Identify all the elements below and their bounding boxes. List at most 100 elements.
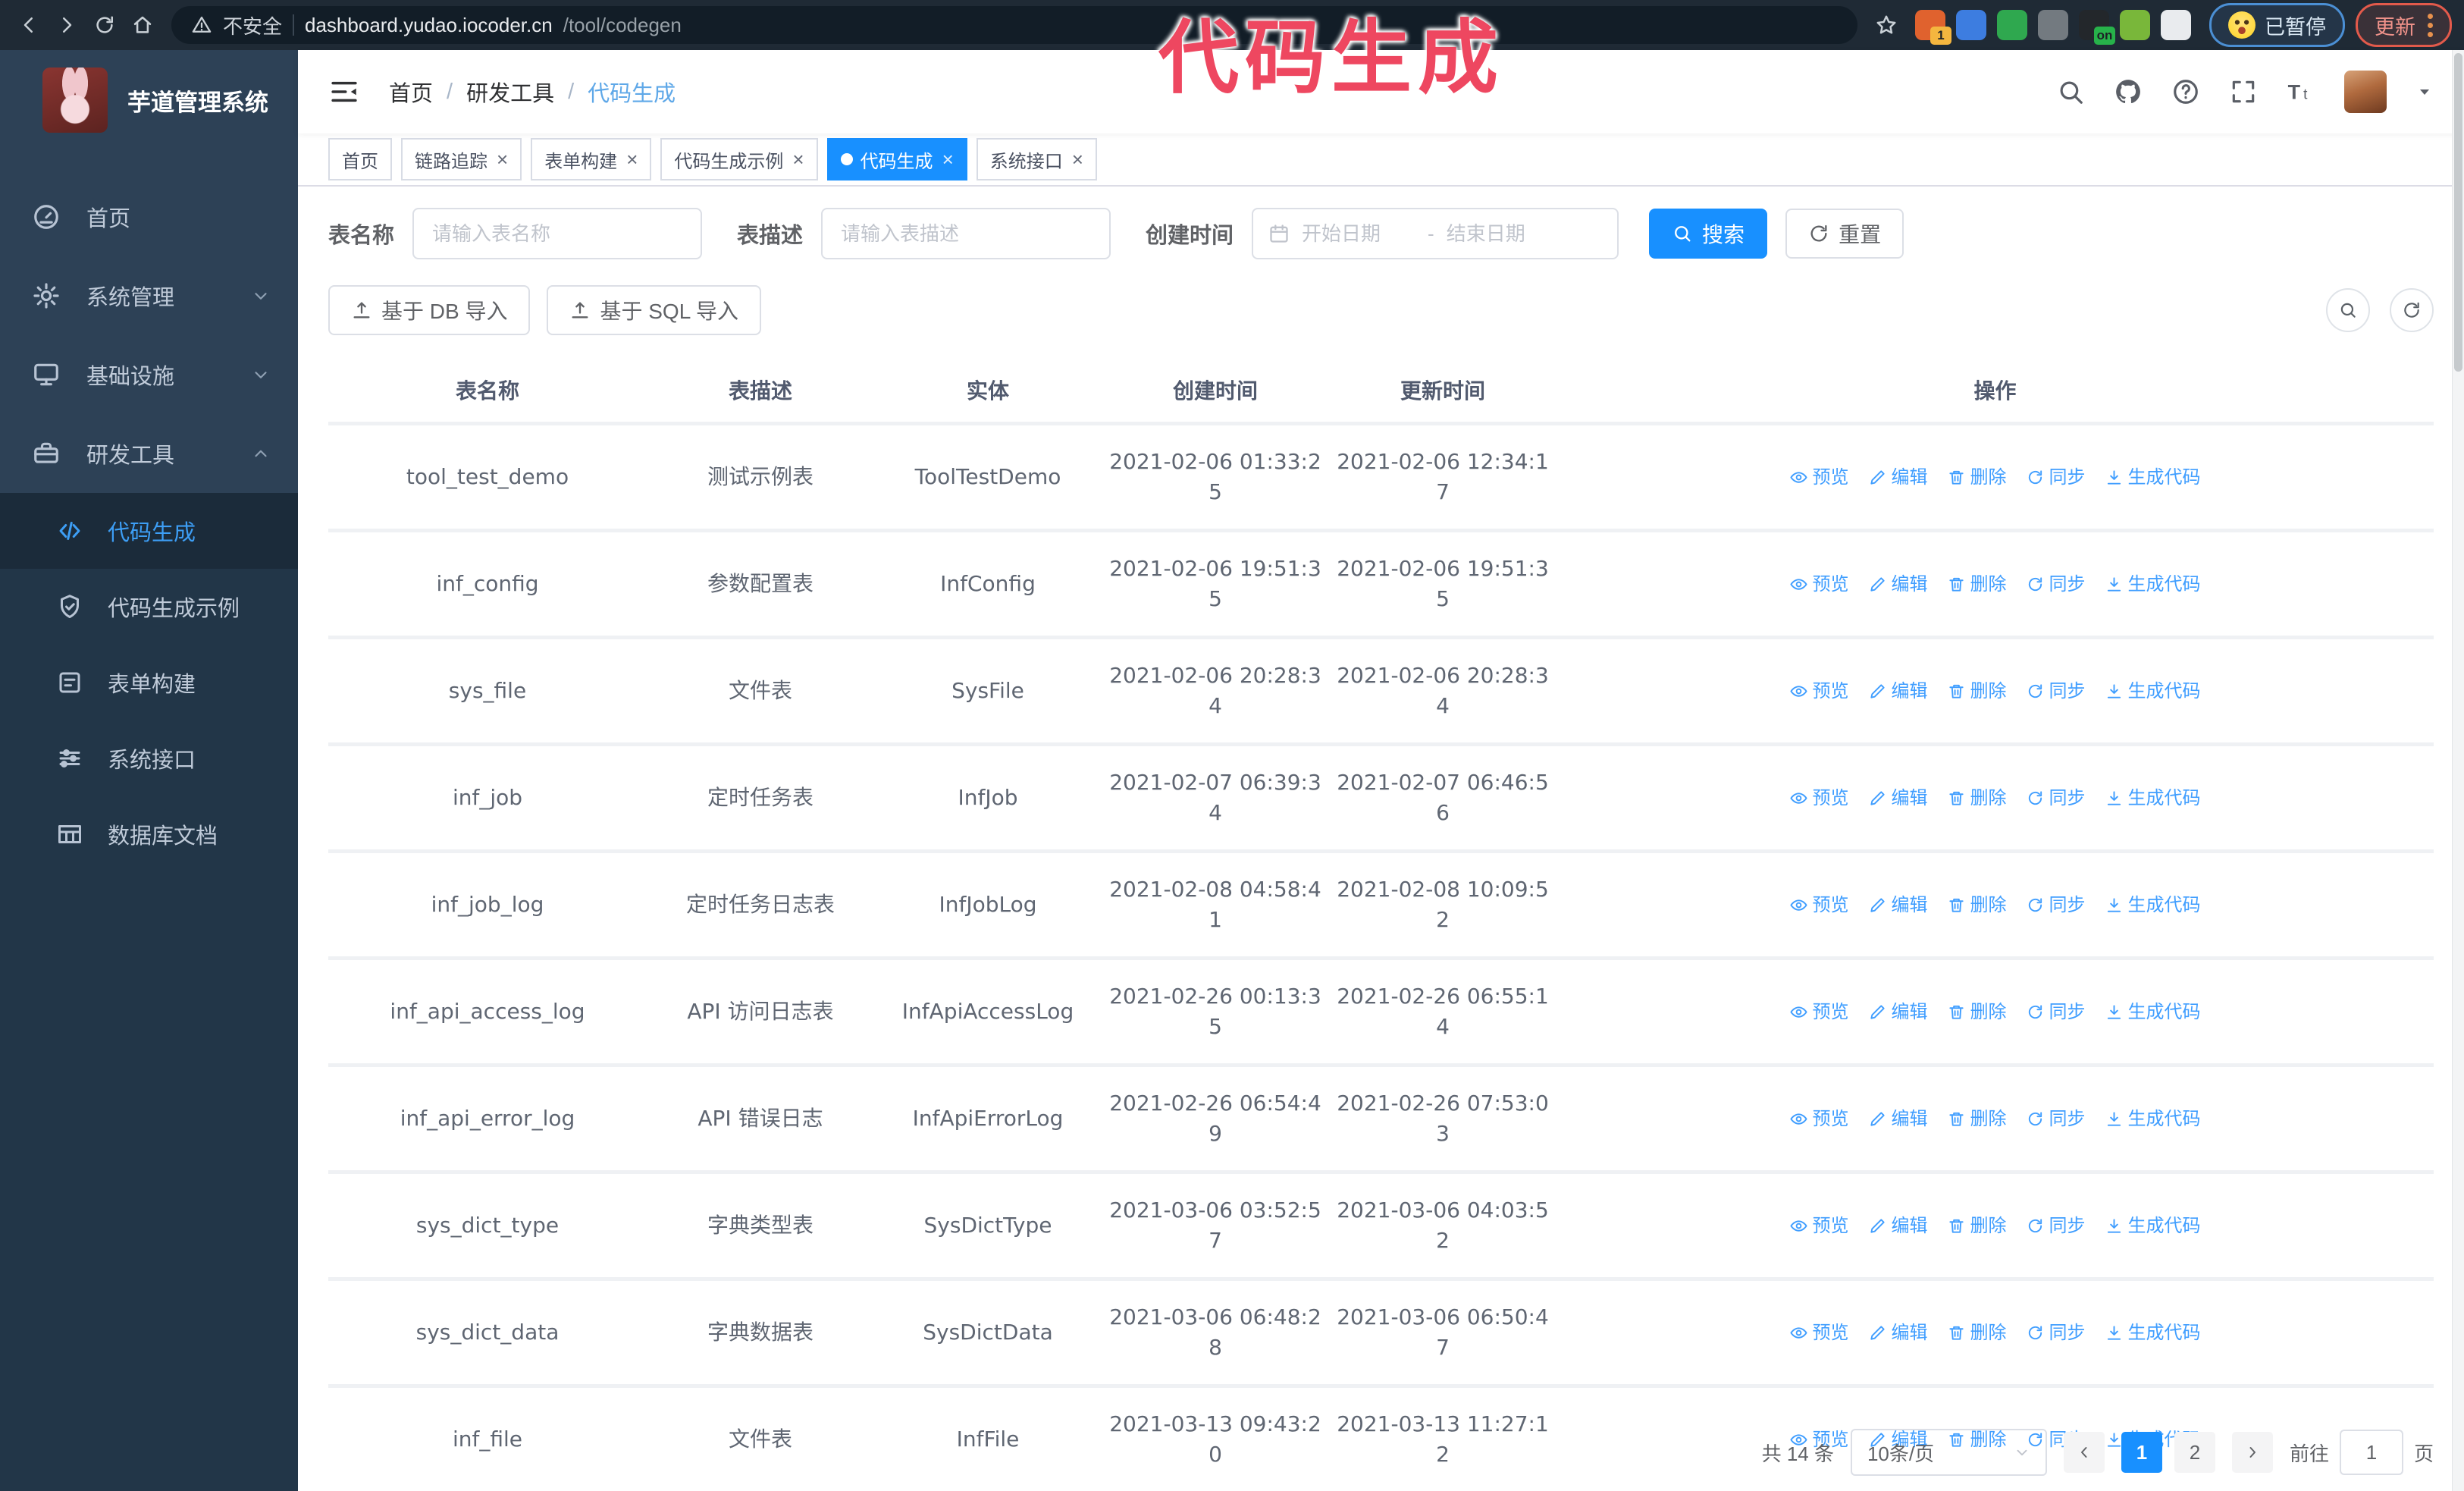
sync-link[interactable]: 同步 [2027, 569, 2086, 599]
sync-link[interactable]: 同步 [2027, 1103, 2086, 1134]
kebab-menu-icon[interactable] [2428, 13, 2433, 37]
preview-link[interactable]: 预览 [1789, 462, 1849, 492]
sync-link[interactable]: 同步 [2027, 676, 2086, 706]
help-icon[interactable] [2171, 77, 2200, 106]
delete-link[interactable]: 删除 [1948, 462, 2007, 492]
sidebar-subitem-表单构建[interactable]: 表单构建 [0, 645, 298, 720]
sidebar-subitem-代码生成示例[interactable]: 代码生成示例 [0, 569, 298, 645]
tab-close-icon[interactable]: × [626, 149, 638, 169]
edit-link[interactable]: 编辑 [1869, 676, 1928, 706]
date-start-input[interactable] [1300, 221, 1418, 246]
tab-close-icon[interactable]: × [497, 149, 508, 169]
tab-系统接口[interactable]: 系统接口 × [976, 138, 1097, 180]
sync-link[interactable]: 同步 [2027, 462, 2086, 492]
chevron-down-icon[interactable] [2415, 83, 2434, 101]
preview-link[interactable]: 预览 [1789, 569, 1849, 599]
logo-row[interactable]: 芋道管理系统 [0, 50, 298, 150]
generate-code-link[interactable]: 生成代码 [2105, 462, 2201, 492]
tab-链路追踪[interactable]: 链路追踪 × [401, 138, 522, 180]
delete-link[interactable]: 删除 [1948, 676, 2007, 706]
font-size-icon[interactable]: Tt [2287, 77, 2315, 106]
reset-button[interactable]: 重置 [1785, 209, 1904, 259]
tab-表单构建[interactable]: 表单构建 × [531, 138, 652, 180]
browser-back-button[interactable] [12, 8, 45, 42]
orange-extension-icon[interactable]: 1 [1915, 10, 1951, 45]
preview-link[interactable]: 预览 [1789, 890, 1849, 920]
breadcrumb-item[interactable]: 代码生成 [588, 76, 676, 108]
sidebar-item-首页[interactable]: 首页 [0, 177, 298, 256]
edit-link[interactable]: 编辑 [1869, 569, 1928, 599]
github-icon[interactable] [2114, 77, 2143, 106]
generate-code-link[interactable]: 生成代码 [2105, 569, 2201, 599]
edit-link[interactable]: 编辑 [1869, 890, 1928, 920]
avatar[interactable] [2344, 71, 2387, 113]
page-scrollbar[interactable] [2452, 50, 2464, 1491]
breadcrumb-item[interactable]: 研发工具 [466, 76, 554, 108]
tab-close-icon[interactable]: × [1072, 149, 1083, 169]
edit-link[interactable]: 编辑 [1869, 1103, 1928, 1134]
scrollbar-thumb[interactable] [2454, 53, 2462, 372]
refresh-table-button[interactable] [2390, 288, 2434, 332]
green-robot-extension-icon[interactable] [2120, 10, 2150, 40]
update-button[interactable]: 更新 [2356, 3, 2452, 47]
edit-link[interactable]: 编辑 [1869, 1317, 1928, 1348]
delete-link[interactable]: 删除 [1948, 783, 2007, 813]
table-name-input[interactable] [412, 208, 703, 259]
puzzle-extension-icon[interactable] [2161, 10, 2191, 40]
edit-link[interactable]: 编辑 [1869, 783, 1928, 813]
next-page-button[interactable] [2231, 1432, 2273, 1473]
sync-link[interactable]: 同步 [2027, 783, 2086, 813]
generate-code-link[interactable]: 生成代码 [2105, 676, 2201, 706]
browser-reload-button[interactable] [88, 8, 121, 42]
delete-link[interactable]: 删除 [1948, 1210, 2007, 1241]
edit-link[interactable]: 编辑 [1869, 997, 1928, 1027]
tab-代码生成[interactable]: 代码生成 × [826, 138, 967, 180]
url-host[interactable]: dashboard.yudao.iocoder.cn [305, 14, 553, 37]
sidebar-subitem-代码生成[interactable]: 代码生成 [0, 493, 298, 569]
date-end-input[interactable] [1444, 221, 1562, 246]
tab-close-icon[interactable]: × [942, 149, 954, 169]
delete-link[interactable]: 删除 [1948, 890, 2007, 920]
sidebar-subitem-数据库文档[interactable]: 数据库文档 [0, 796, 298, 872]
table-desc-input[interactable] [821, 208, 1111, 259]
generate-code-link[interactable]: 生成代码 [2105, 783, 2201, 813]
breadcrumb-item[interactable]: 首页 [389, 76, 433, 108]
goto-page-input[interactable] [2339, 1430, 2403, 1475]
sidebar-item-基础设施[interactable]: 基础设施 [0, 335, 298, 414]
toggle-search-button[interactable] [2326, 288, 2370, 332]
tab-代码生成示例[interactable]: 代码生成示例 × [660, 138, 818, 180]
browser-home-button[interactable] [126, 8, 159, 42]
sidebar-item-研发工具[interactable]: 研发工具 [0, 414, 298, 493]
preview-link[interactable]: 预览 [1789, 1317, 1849, 1348]
search-icon[interactable] [2056, 77, 2085, 106]
browser-forward-button[interactable] [50, 8, 83, 42]
sidebar-subitem-系统接口[interactable]: 系统接口 [0, 720, 298, 796]
blue-gem-extension-icon[interactable] [1956, 10, 1986, 40]
search-button[interactable]: 搜索 [1649, 209, 1768, 259]
hamburger-icon[interactable] [328, 76, 360, 108]
sync-link[interactable]: 同步 [2027, 1317, 2086, 1348]
bookmark-star-icon[interactable] [1870, 8, 1903, 42]
generate-code-link[interactable]: 生成代码 [2105, 1103, 2201, 1134]
fullscreen-icon[interactable] [2229, 77, 2258, 106]
sync-link[interactable]: 同步 [2027, 997, 2086, 1027]
sync-link[interactable]: 同步 [2027, 890, 2086, 920]
preview-link[interactable]: 预览 [1789, 1210, 1849, 1241]
dark-extension-icon[interactable]: on [2079, 10, 2115, 45]
preview-link[interactable]: 预览 [1789, 1103, 1849, 1134]
import-sql-button[interactable]: 基于 SQL 导入 [547, 285, 762, 335]
edit-link[interactable]: 编辑 [1869, 1210, 1928, 1241]
generate-code-link[interactable]: 生成代码 [2105, 1210, 2201, 1241]
import-db-button[interactable]: 基于 DB 导入 [328, 285, 531, 335]
generate-code-link[interactable]: 生成代码 [2105, 997, 2201, 1027]
preview-link[interactable]: 预览 [1789, 783, 1849, 813]
delete-link[interactable]: 删除 [1948, 1103, 2007, 1134]
security-label[interactable]: 不安全 [223, 11, 282, 39]
tab-首页[interactable]: 首页 [328, 138, 392, 180]
preview-link[interactable]: 预览 [1789, 676, 1849, 706]
generate-code-link[interactable]: 生成代码 [2105, 1317, 2201, 1348]
delete-link[interactable]: 删除 [1948, 569, 2007, 599]
edit-link[interactable]: 编辑 [1869, 462, 1928, 492]
preview-link[interactable]: 预览 [1789, 997, 1849, 1027]
page-button-1[interactable]: 1 [2121, 1432, 2162, 1473]
